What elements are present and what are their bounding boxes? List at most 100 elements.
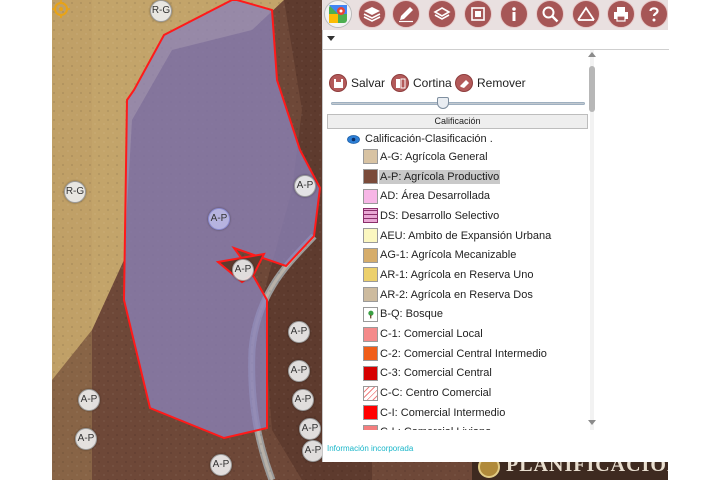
app-window: R-G R-G A-P A-P A-P A-P A-P A-P A-P A-P … [0, 0, 720, 480]
layer-group-row[interactable]: Calificación-Clasificación . [347, 132, 493, 146]
info-icon [512, 7, 516, 21]
zone-label-ap[interactable]: A-P [232, 259, 254, 281]
google-maps-button[interactable] [324, 0, 352, 28]
legend-list: A-G: Agrícola General A-P: Agrícola Produ… [363, 147, 593, 430]
legend-item[interactable]: AR-2: Agrícola en Reserva Dos [363, 285, 593, 305]
info-button[interactable] [500, 0, 528, 28]
section-header[interactable]: Calificación [327, 114, 588, 129]
legend-label: C-2: Comercial Central Intermedio [380, 347, 547, 360]
legend-swatch [363, 287, 378, 303]
help-icon [649, 7, 659, 22]
layer-panel: Salvar Cortina Remover Calificación Cali… [322, 30, 669, 462]
google-maps-icon [329, 5, 347, 23]
zone-label-ap[interactable]: A-P [292, 389, 314, 411]
measure-icon [577, 6, 595, 21]
eye-icon[interactable] [347, 134, 360, 144]
layers-icon [363, 7, 381, 22]
legend-label: A-G: Agrícola General [380, 150, 488, 163]
legend-item[interactable]: C-L: Comercial Liviano [363, 423, 593, 430]
legend-item[interactable]: AD: Área Desarrollada [363, 186, 593, 206]
scroll-up-icon[interactable] [588, 52, 596, 57]
legend-item[interactable]: C-3: Comercial Central [363, 364, 593, 384]
legend-item[interactable]: C-2: Comercial Central Intermedio [363, 344, 593, 364]
remove-button[interactable]: Remover [455, 72, 526, 94]
legend-swatch [363, 228, 378, 244]
legend-item[interactable]: C-1: Comercial Local [363, 324, 593, 344]
measure-button[interactable] [572, 0, 600, 28]
legend-item[interactable]: DS: Desarrollo Selectivo [363, 206, 593, 226]
chevron-down-icon [327, 36, 335, 41]
print-button[interactable] [607, 0, 635, 28]
zone-label-ap[interactable]: A-P [75, 428, 97, 450]
legend-item[interactable]: B-Q: Bosque [363, 305, 593, 325]
zone-label-ap[interactable]: A-P [294, 175, 316, 197]
legend-label: B-Q: Bosque [380, 308, 443, 321]
legend-item[interactable]: C-I: Comercial Intermedio [363, 403, 593, 423]
legend-item[interactable]: C-C: Centro Comercial [363, 383, 593, 403]
curtain-button[interactable]: Cortina [391, 72, 452, 94]
legend-swatch [363, 169, 378, 185]
printer-icon [614, 7, 628, 22]
legend-label: C-3: Comercial Central [380, 367, 492, 380]
magnifier-icon [542, 6, 559, 23]
remove-label: Remover [477, 76, 526, 90]
scroll-down-icon[interactable] [588, 420, 596, 425]
legend-swatch [363, 405, 378, 421]
legend-label: AR-1: Agrícola en Reserva Uno [380, 268, 534, 281]
zone-label-rg[interactable]: R-G [150, 0, 172, 22]
legend-item[interactable]: AR-1: Agrícola en Reserva Uno [363, 265, 593, 285]
curtain-label: Cortina [413, 76, 452, 90]
panel-scroll-area[interactable]: Salvar Cortina Remover Calificación Cali… [323, 50, 669, 430]
legend-label: C-L: Comercial Liviano [379, 425, 492, 430]
legend-swatch [363, 267, 378, 283]
legend-item[interactable]: A-P: Agrícola Productivo [363, 167, 593, 187]
zone-label-ap[interactable]: A-P [302, 440, 324, 462]
legend-swatch [363, 365, 378, 381]
search-button[interactable] [536, 0, 564, 28]
legend-swatch [363, 424, 378, 430]
zone-label-ap-selected[interactable]: A-P [208, 208, 230, 230]
legend-item[interactable]: AEU: Ambito de Expansión Urbana [363, 226, 593, 246]
stacked-layers-button[interactable] [428, 0, 456, 28]
legend-swatch [363, 247, 378, 263]
zone-label-ap[interactable]: A-P [210, 454, 232, 476]
legend-label: C-1: Comercial Local [380, 328, 483, 341]
zone-label-ap[interactable]: A-P [78, 389, 100, 411]
legend-label: C-C: Centro Comercial [380, 387, 492, 400]
save-icon [329, 74, 347, 92]
slider-track [331, 102, 585, 105]
legend-item[interactable]: A-G: Agrícola General [363, 147, 593, 167]
panel-scrollbar[interactable] [587, 50, 597, 430]
zone-label-ap[interactable]: A-P [299, 418, 321, 440]
legend-item[interactable]: AG-1: Agrícola Mecanizable [363, 245, 593, 265]
layer-group-title: Calificación-Clasificación . [365, 133, 493, 145]
pencil-icon [399, 7, 413, 23]
legend-swatch [363, 326, 378, 342]
info-incorporated-link[interactable]: Información incorporada [327, 444, 413, 453]
legend-label: AG-1: Agrícola Mecanizable [380, 249, 517, 262]
save-button[interactable]: Salvar [329, 72, 385, 94]
zone-label-ap[interactable]: A-P [288, 360, 310, 382]
scrollbar-thumb[interactable] [589, 66, 595, 112]
map-export-icon [471, 7, 485, 21]
save-label: Salvar [351, 76, 386, 90]
slider-thumb[interactable] [437, 97, 449, 109]
legend-swatch [363, 208, 378, 224]
legend-label: A-P: Agrícola Productivo [379, 169, 501, 184]
legend-swatch [363, 385, 378, 401]
legend-swatch [363, 306, 378, 322]
legend-label: AD: Área Desarrollada [380, 190, 491, 203]
opacity-slider[interactable] [331, 97, 585, 110]
location-marker-icon [52, 0, 70, 18]
legend-swatch [363, 149, 378, 165]
eraser-icon [455, 74, 473, 92]
zone-label-rg[interactable]: R-G [64, 181, 86, 203]
map-export-button[interactable] [464, 0, 492, 28]
layers-button[interactable] [358, 0, 386, 28]
legend-label: DS: Desarrollo Selectivo [380, 209, 500, 222]
legend-label: AR-2: Agrícola en Reserva Dos [380, 288, 533, 301]
layer-select-dropdown[interactable] [323, 30, 669, 50]
zone-label-ap[interactable]: A-P [288, 321, 310, 343]
help-button[interactable] [640, 0, 668, 28]
edit-button[interactable] [392, 0, 420, 28]
